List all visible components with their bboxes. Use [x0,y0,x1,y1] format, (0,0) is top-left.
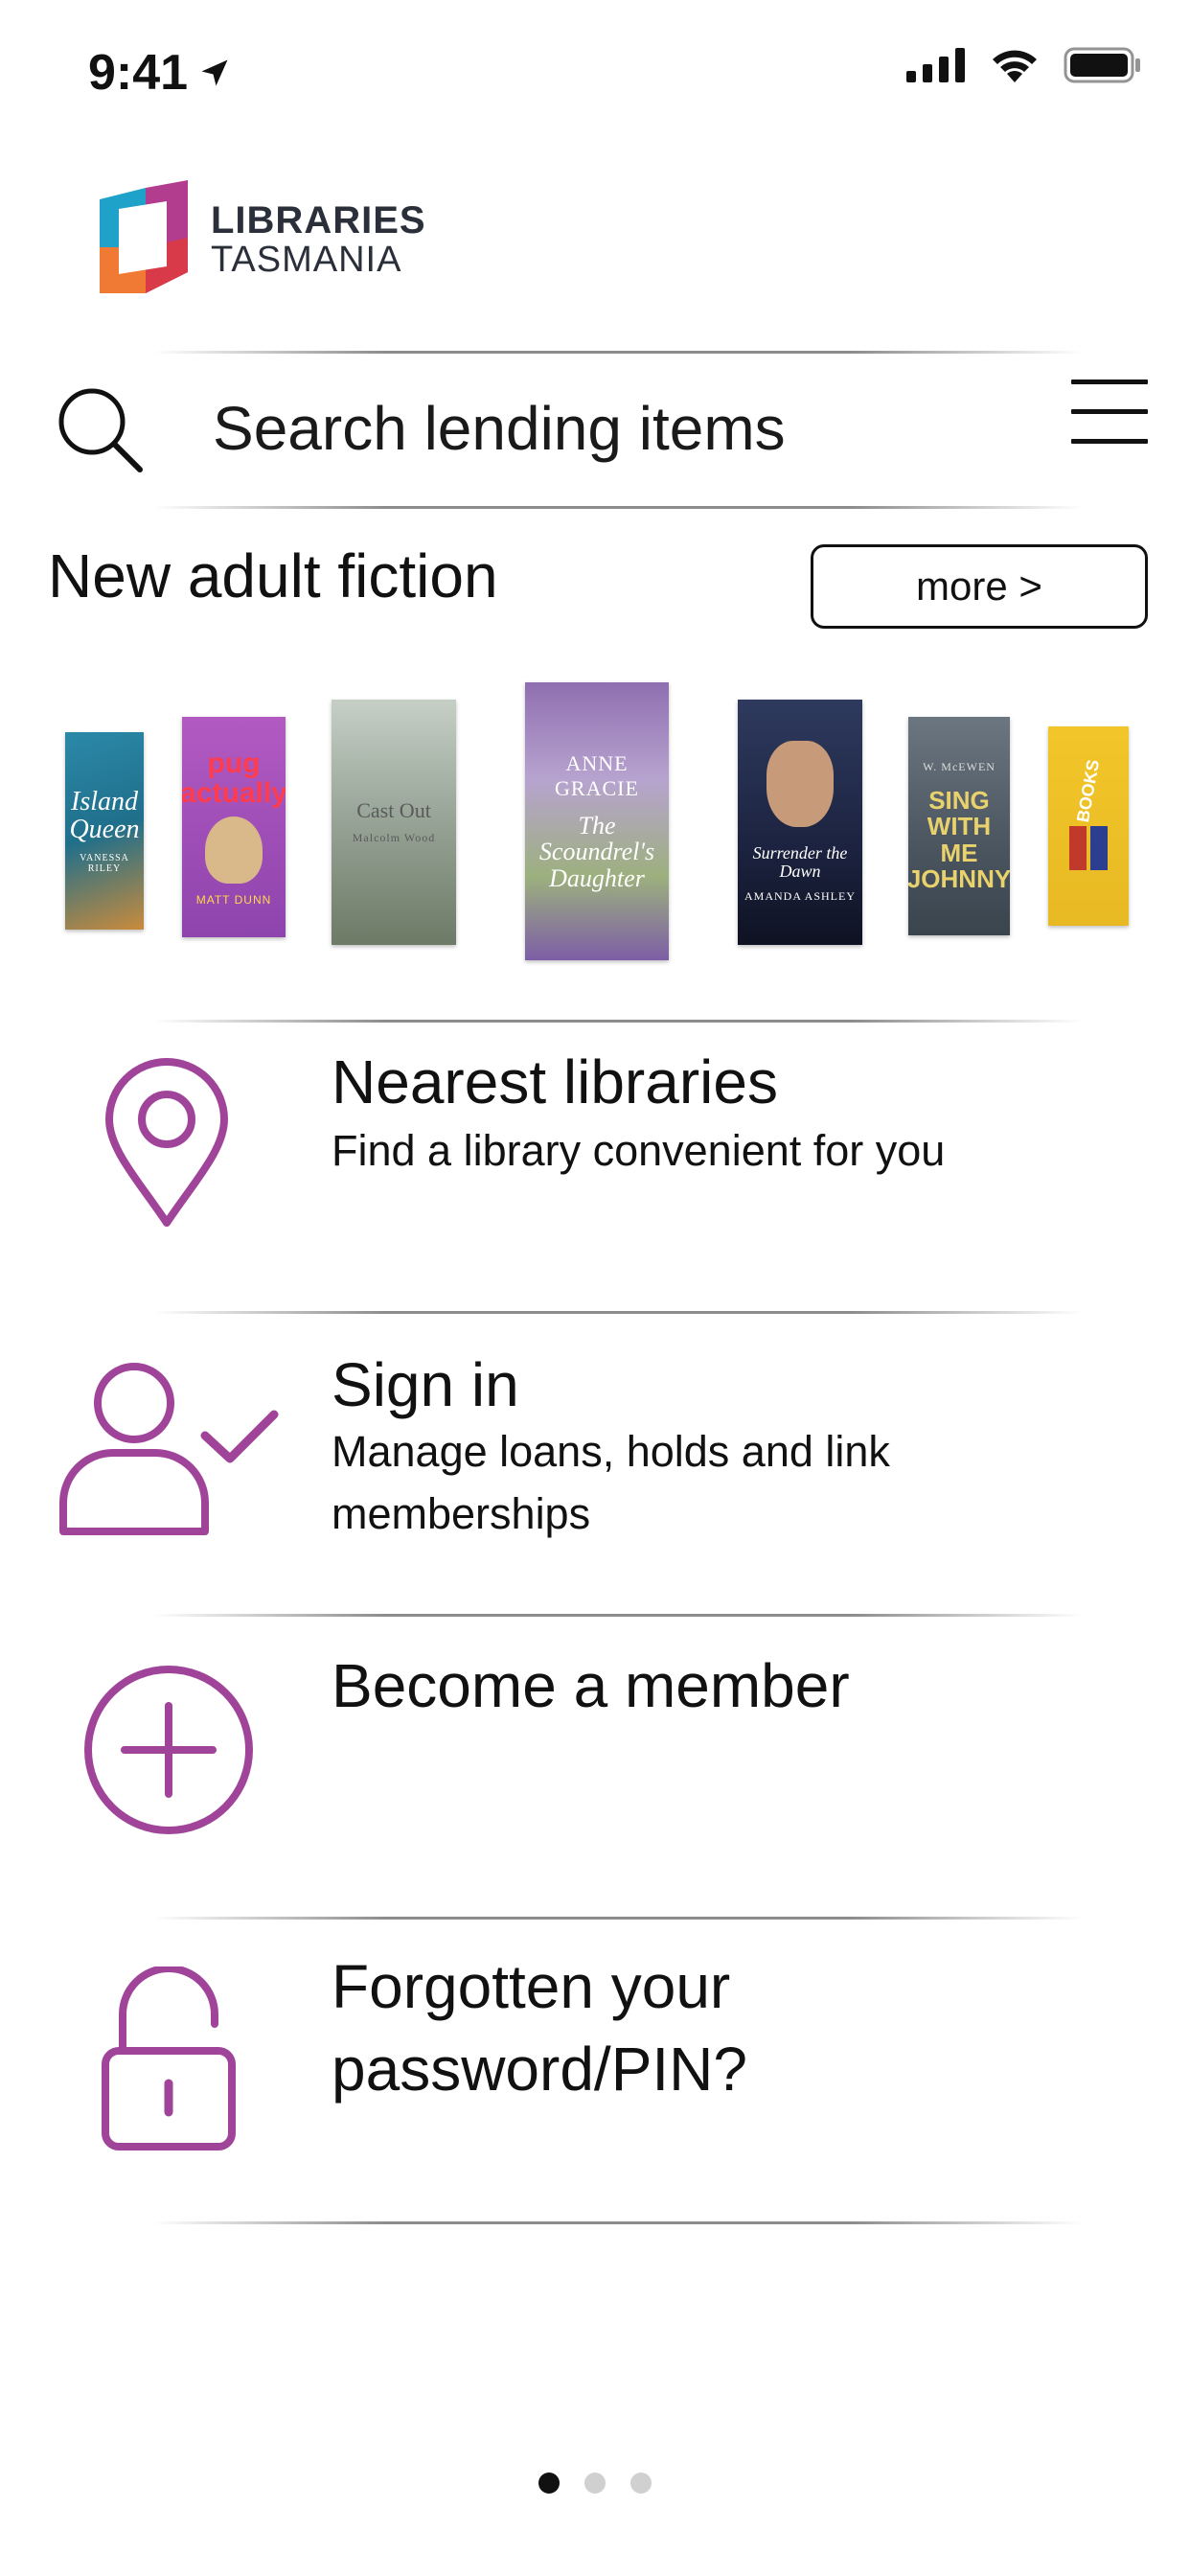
location-pin-icon [105,1058,228,1227]
sign-in-subtitle: Manage loans, holds and link memberships [332,1427,890,1539]
book-title: The Scoundrel's Daughter [538,812,655,892]
divider [153,351,1083,354]
divider [153,2221,1083,2224]
search-icon[interactable] [54,383,146,475]
book-cover[interactable]: Cast Out Malcolm Wood [332,700,456,945]
location-arrow-icon [201,59,228,86]
logo-line1: LIBRARIES [211,199,426,242]
logo-text: LIBRARIES TASMANIA [211,201,426,278]
pug-illustration [205,816,263,884]
book-title: pug actually [182,747,286,809]
divider [153,1917,1083,1920]
plus-circle-icon [84,1666,253,1834]
book-cover[interactable]: W. McEWEN SING WITH ME JOHNNY [908,717,1010,935]
book-author: ANNE GRACIE [555,751,639,801]
libraries-tasmania-logo[interactable]: LIBRARIES TASMANIA [100,180,426,299]
book-cover[interactable]: pug actually MATT DUNN [182,717,286,937]
page-dot-1[interactable] [538,2472,560,2494]
divider [153,1020,1083,1023]
logo-mark-icon [100,180,188,293]
book-cover[interactable]: Surrender the Dawn AMANDA ASHLEY [738,700,862,945]
divider [153,1311,1083,1314]
nearest-libraries-title: Nearest libraries [332,1047,778,1116]
search-input[interactable]: Search lending items [213,393,786,464]
status-bar-time: 9:41 [88,34,232,111]
book-title: Cast Out [356,797,431,822]
page-indicator[interactable] [0,2472,1190,2494]
book-author: AMANDA ASHLEY [744,889,856,904]
wifi-icon [993,50,1037,82]
book-title: BOOKS [1072,757,1104,824]
book-cover[interactable]: Island Queen VANESSA RILEY [65,732,144,930]
cover-art [1069,826,1108,871]
user-check-icon [59,1363,279,1535]
book-cover[interactable]: ANNE GRACIE The Scoundrel's Daughter [525,682,669,960]
divider [153,506,1083,509]
battery-icon [1064,47,1140,83]
section-title: New adult fiction [48,541,498,610]
book-author: W. McEWEN [923,759,995,773]
book-author: VANESSA RILEY [80,853,129,875]
book-title: SING WITH ME JOHNNY [908,785,1010,893]
divider [153,1614,1083,1617]
page-dot-3[interactable] [630,2472,652,2494]
logo-line2: TASMANIA [211,240,402,280]
forgot-password-title: Forgotten your password/PIN? [332,1952,747,2104]
book-cover[interactable]: BOOKS [1048,726,1129,926]
book-author: MATT DUNN [195,892,272,907]
unlock-icon [102,1966,236,2150]
book-title: Island Queen [69,786,140,844]
status-bar-indicators [906,46,1142,84]
cellular-signal-icon [906,48,965,82]
book-title: Surrender the Dawn [752,842,848,881]
book-author: Malcolm Wood [352,831,436,845]
cover-portrait [767,740,834,827]
become-member-title: Become a member [332,1651,850,1720]
status-time: 9:41 [88,45,189,101]
page-dot-2[interactable] [584,2472,606,2494]
nearest-libraries-subtitle: Find a library convenient for you [332,1126,946,1175]
hamburger-menu-icon[interactable] [1071,380,1148,469]
sign-in-title: Sign in [332,1350,519,1419]
more-button[interactable]: more > [811,544,1148,629]
